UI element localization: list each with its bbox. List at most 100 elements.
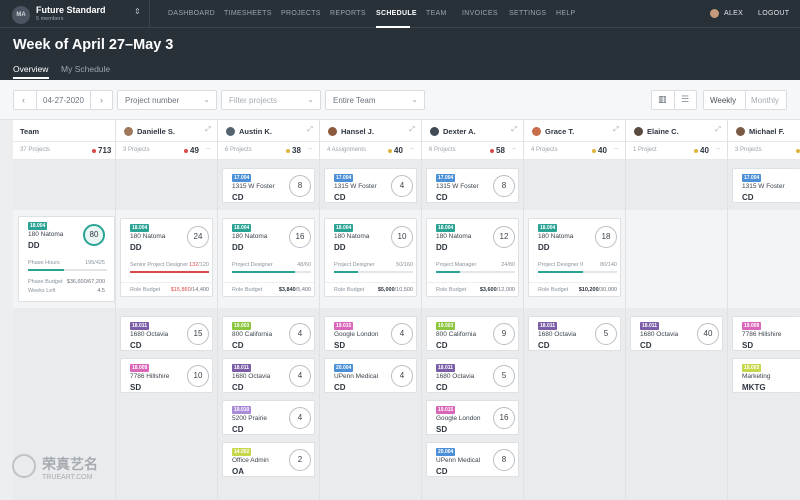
expand-icon[interactable]: ⤢ [205,126,211,134]
status-dot [92,149,96,153]
period-toggle: Weekly Monthly [703,90,787,110]
project-card[interactable]: 18.004 180 Natoma DD 80 Phase Hours 195/… [18,216,115,302]
project-card[interactable]: 18.004 180 Natoma DD 12 Project Manager … [426,218,519,297]
member-column-dexter: Dexter A. ⤢ 6 Projects 58 − 17.004 1315 … [422,120,524,500]
status-dot [184,149,188,153]
project-card[interactable]: 18.011 1680 Octavia CD 15 [120,316,213,351]
project-card[interactable]: 18.011 1680 Octavia CD 4 [222,358,315,393]
nav-timesheets[interactable]: TIMESHEETS [224,10,272,17]
project-card[interactable]: 18.011 1680 Octavia CD 40 [630,316,723,351]
chevron-down-icon: ⌄ [411,95,418,104]
user-avatar[interactable] [710,9,719,18]
project-card[interactable]: 19.015 Google London SD 16 [426,400,519,435]
watermark-sub: TRUEART.COM [42,474,93,481]
status-dot [592,149,596,153]
org-switcher[interactable]: MA Future Standard 5 members ⇕ [0,0,150,28]
progress-bar [28,269,107,271]
project-card[interactable]: 18.004 180 Natoma DD 18 Project Designer… [528,218,621,297]
page-title: Week of April 27–May 3 [13,37,174,53]
project-card[interactable]: 18.011 1680 Octavia CD 5 [528,316,621,351]
project-card[interactable]: 18.011 1680 Octavia CD 5 [426,358,519,393]
project-card[interactable]: 20.004 UPenn Medical CD 4 [324,358,417,393]
project-card[interactable]: 14.002 Office Admin OA 2 [222,442,315,477]
nav-dashboard[interactable]: DASHBOARD [168,10,215,17]
project-card[interactable]: 15.003 Marketing MKTG [732,358,800,393]
project-card[interactable]: 18.004 180 Natoma DD 10 Project Designer… [324,218,417,297]
avatar [430,127,439,136]
watermark: 荣真艺名 TRUEART.COM [8,448,138,494]
project-card[interactable]: 20.004 UPenn Medical CD 8 [426,442,519,477]
chevron-updown-icon: ⇕ [134,7,141,16]
column-name: Team [20,127,40,136]
nav-active-indicator [376,26,410,28]
project-card[interactable]: 17.004 1315 W Foster CD 4 [324,168,417,203]
project-card[interactable]: 19.003 800 California CD 4 [222,316,315,351]
expand-icon[interactable]: ⤢ [307,126,313,134]
status-dot [694,149,698,153]
expand-icon[interactable]: ⤢ [409,126,415,134]
progress-bar [130,271,209,273]
nav-help[interactable]: HELP [556,10,576,17]
project-card[interactable]: 19.009 7786 Hillshire SD [732,316,800,351]
weekly-button[interactable]: Weekly [710,96,736,105]
progress-bar [232,271,311,273]
tab-my-schedule[interactable]: My Schedule [61,64,110,74]
list-view-icon[interactable]: ☰ [681,94,689,105]
team-column: Team 37 Projects 713 18.004 180 Natoma D… [13,120,116,500]
avatar [532,127,541,136]
member-column-danielle: Danielle S. ⤢ 3 Projects 49 − 18.004 180… [116,120,218,500]
expand-icon[interactable]: ⤢ [613,126,619,134]
project-card[interactable]: 18.004 180 Natoma DD 24 Senior Project D… [120,218,213,297]
project-card[interactable]: 19.003 800 California CD 9 [426,316,519,351]
chevron-down-icon: ⌄ [307,95,314,104]
project-card[interactable]: 19.015 Google London SD 4 [324,316,417,351]
user-name[interactable]: ALEX [724,10,743,17]
project-number-select[interactable]: Project number ⌄ [117,90,217,110]
avatar [634,127,643,136]
project-card[interactable]: 18.009 7786 Hillshire SD 10 [120,358,213,393]
chevron-left-icon[interactable]: ‹ [22,95,25,105]
avatar [736,127,745,136]
avatar [226,127,235,136]
nav-team[interactable]: TEAM [426,10,447,17]
expand-icon[interactable]: ⤢ [511,126,517,134]
progress-bar [334,271,413,273]
member-column-austin: Austin K. ⤢ 6 Projects 38 − 17.004 1315 … [218,120,320,500]
status-dot [490,149,494,153]
team-select[interactable]: Entire Team ⌄ [325,90,425,110]
project-card[interactable]: 17.004 1315 W Foster CD 8 [426,168,519,203]
status-dot [286,149,290,153]
nav-settings[interactable]: SETTINGS [509,10,546,17]
avatar [328,127,337,136]
main-nav: MA Future Standard 5 members ⇕ DASHBOARD… [0,0,800,28]
member-column-hansel: Hansel J. ⤢ 4 Assignments 40 − 17.004 13… [320,120,422,500]
nav-schedule[interactable]: SCHEDULE [376,10,417,17]
tab-active-indicator [13,77,49,79]
filter-projects-input[interactable]: Filter projects ⌄ [221,90,321,110]
schedule-toolbar: ‹ 04-27-2020 › Project number ⌄ Filter p… [0,80,800,120]
chevron-right-icon[interactable]: › [100,95,103,105]
expand-icon[interactable]: ⤢ [715,126,721,134]
progress-bar [436,271,515,273]
project-card[interactable]: 17.004 1315 W Foster CD 8 [222,168,315,203]
date-input[interactable]: 04-27-2020 [43,96,84,105]
nav-reports[interactable]: REPORTS [330,10,366,17]
monthly-button[interactable]: Monthly [751,96,779,105]
status-dot [388,149,392,153]
logout-link[interactable]: LOGOUT [758,10,789,17]
columns-view-icon[interactable]: ▥ [658,94,667,105]
avatar [124,127,133,136]
org-members: 5 members [36,16,64,22]
project-card[interactable]: 18.004 180 Natoma DD 16 Project Designer… [222,218,315,297]
watermark-logo-icon [12,454,36,478]
view-toggle: ▥ ☰ [651,90,697,110]
project-card[interactable]: 19.010 5200 Prairie CD 4 [222,400,315,435]
nav-invoices[interactable]: INVOICES [462,10,498,17]
project-count: 37 Projects [20,147,51,153]
org-avatar: MA [12,6,30,24]
date-navigator: ‹ 04-27-2020 › [13,90,113,110]
member-column-elaine: Elaine C. ⤢ 1 Project 40 − 18.011 1680 O… [626,120,728,500]
project-card[interactable]: 17.004 1315 W Foster CD [732,168,800,203]
nav-projects[interactable]: PROJECTS [281,10,321,17]
tab-overview[interactable]: Overview [13,64,48,74]
